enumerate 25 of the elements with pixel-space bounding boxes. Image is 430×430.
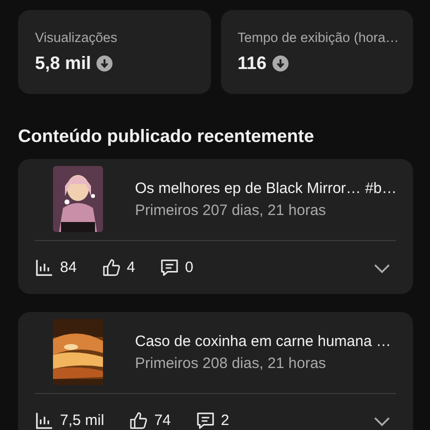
comments-count: 0	[185, 259, 194, 276]
bar-chart-icon	[35, 258, 54, 277]
stat-label: Visualizações	[35, 30, 118, 45]
video-title[interactable]: Caso de coxinha em carne humana …	[135, 333, 391, 350]
stat-value: 5,8 mil	[35, 53, 92, 74]
stat-label: Tempo de exibição (hora…	[238, 30, 399, 45]
thumbs-up-icon	[129, 411, 148, 430]
video-card[interactable]: Caso de coxinha em carne humana … Primeiros 208 dias, 21 horas 7,5 mil 74 2	[18, 312, 413, 430]
video-title[interactable]: Os melhores ep de Black Mirror… #b…	[135, 180, 397, 197]
likes-count: 74	[154, 412, 171, 429]
stat-value: 116	[238, 53, 267, 74]
bar-chart-icon	[35, 411, 54, 430]
likes-count: 4	[126, 259, 136, 276]
stat-card[interactable]: Visualizações 5,8 mil	[18, 10, 210, 94]
video-subtitle: Primeiros 207 dias, 21 horas	[135, 202, 326, 219]
views-count: 7,5 mil	[60, 412, 104, 429]
thumbs-up-icon	[102, 258, 121, 277]
views-count: 84	[60, 259, 77, 276]
comment-icon	[160, 258, 180, 277]
comments-count: 2	[220, 412, 230, 429]
stat-card[interactable]: Tempo de exibição (hora… 116	[220, 10, 413, 94]
section-title: Conteúdo publicado recentemente	[18, 126, 314, 147]
video-subtitle: Primeiros 208 dias, 21 horas	[135, 355, 326, 372]
comment-icon	[196, 411, 215, 430]
video-card[interactable]: Os melhores ep de Black Mirror… #b… Primeiros 207 dias, 21 horas 84 4 0	[18, 159, 413, 294]
